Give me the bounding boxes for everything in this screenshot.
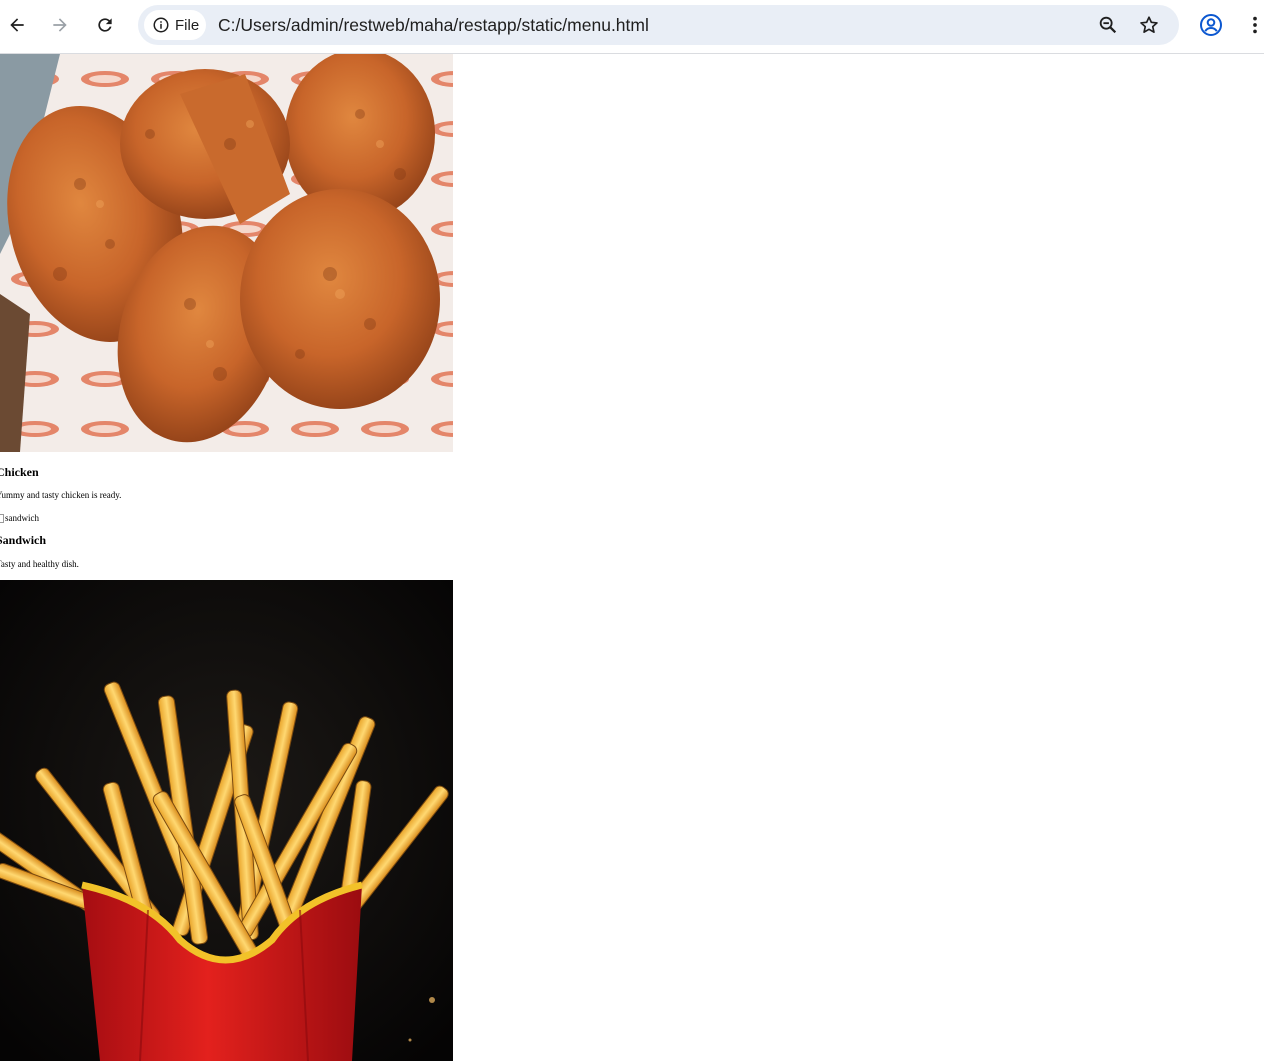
bookmark-button[interactable]: [1138, 14, 1160, 36]
sandwich-image-broken: sandwich: [0, 512, 39, 524]
sandwich-title: Sandwich: [0, 533, 47, 547]
chicken-description: Yummy and tasty chicken is ready.: [0, 490, 122, 500]
browser-toolbar: File C:/Users/admin/restweb/maha/restapp…: [0, 0, 1264, 54]
arrow-right-icon: [53, 18, 67, 32]
sandwich-image-alt: sandwich: [5, 513, 39, 523]
browser-menu-button[interactable]: [1243, 12, 1264, 38]
star-icon: [1140, 16, 1158, 33]
reload-button[interactable]: [88, 8, 122, 42]
url-text[interactable]: C:/Users/admin/restweb/maha/restapp/stat…: [218, 15, 649, 36]
chicken-title: Chicken: [0, 465, 39, 479]
zoom-out-icon: [1099, 16, 1117, 34]
fried-chicken-photo-icon: [0, 54, 453, 452]
profile-button[interactable]: [1198, 12, 1224, 38]
back-button[interactable]: [0, 8, 34, 42]
reload-icon: [98, 18, 112, 32]
arrow-left-icon: [10, 18, 24, 32]
profile-icon: [1200, 14, 1222, 36]
forward-button[interactable]: [43, 8, 77, 42]
french-fries-photo-icon: [0, 580, 453, 1061]
more-vert-icon: [1253, 16, 1257, 34]
chicken-image: [0, 54, 453, 452]
broken-image-icon: [0, 513, 4, 523]
site-chip-label: File: [175, 16, 200, 34]
menu-page: Chicken Yummy and tasty chicken is ready…: [0, 54, 1264, 1061]
zoom-button[interactable]: [1097, 14, 1119, 36]
sandwich-description: Tasty and healthy dish.: [0, 559, 79, 569]
fries-image: [0, 580, 453, 1061]
address-bar[interactable]: File C:/Users/admin/restweb/maha/restapp…: [138, 5, 1179, 45]
info-icon: [153, 17, 169, 33]
site-info-chip[interactable]: File: [144, 10, 206, 40]
